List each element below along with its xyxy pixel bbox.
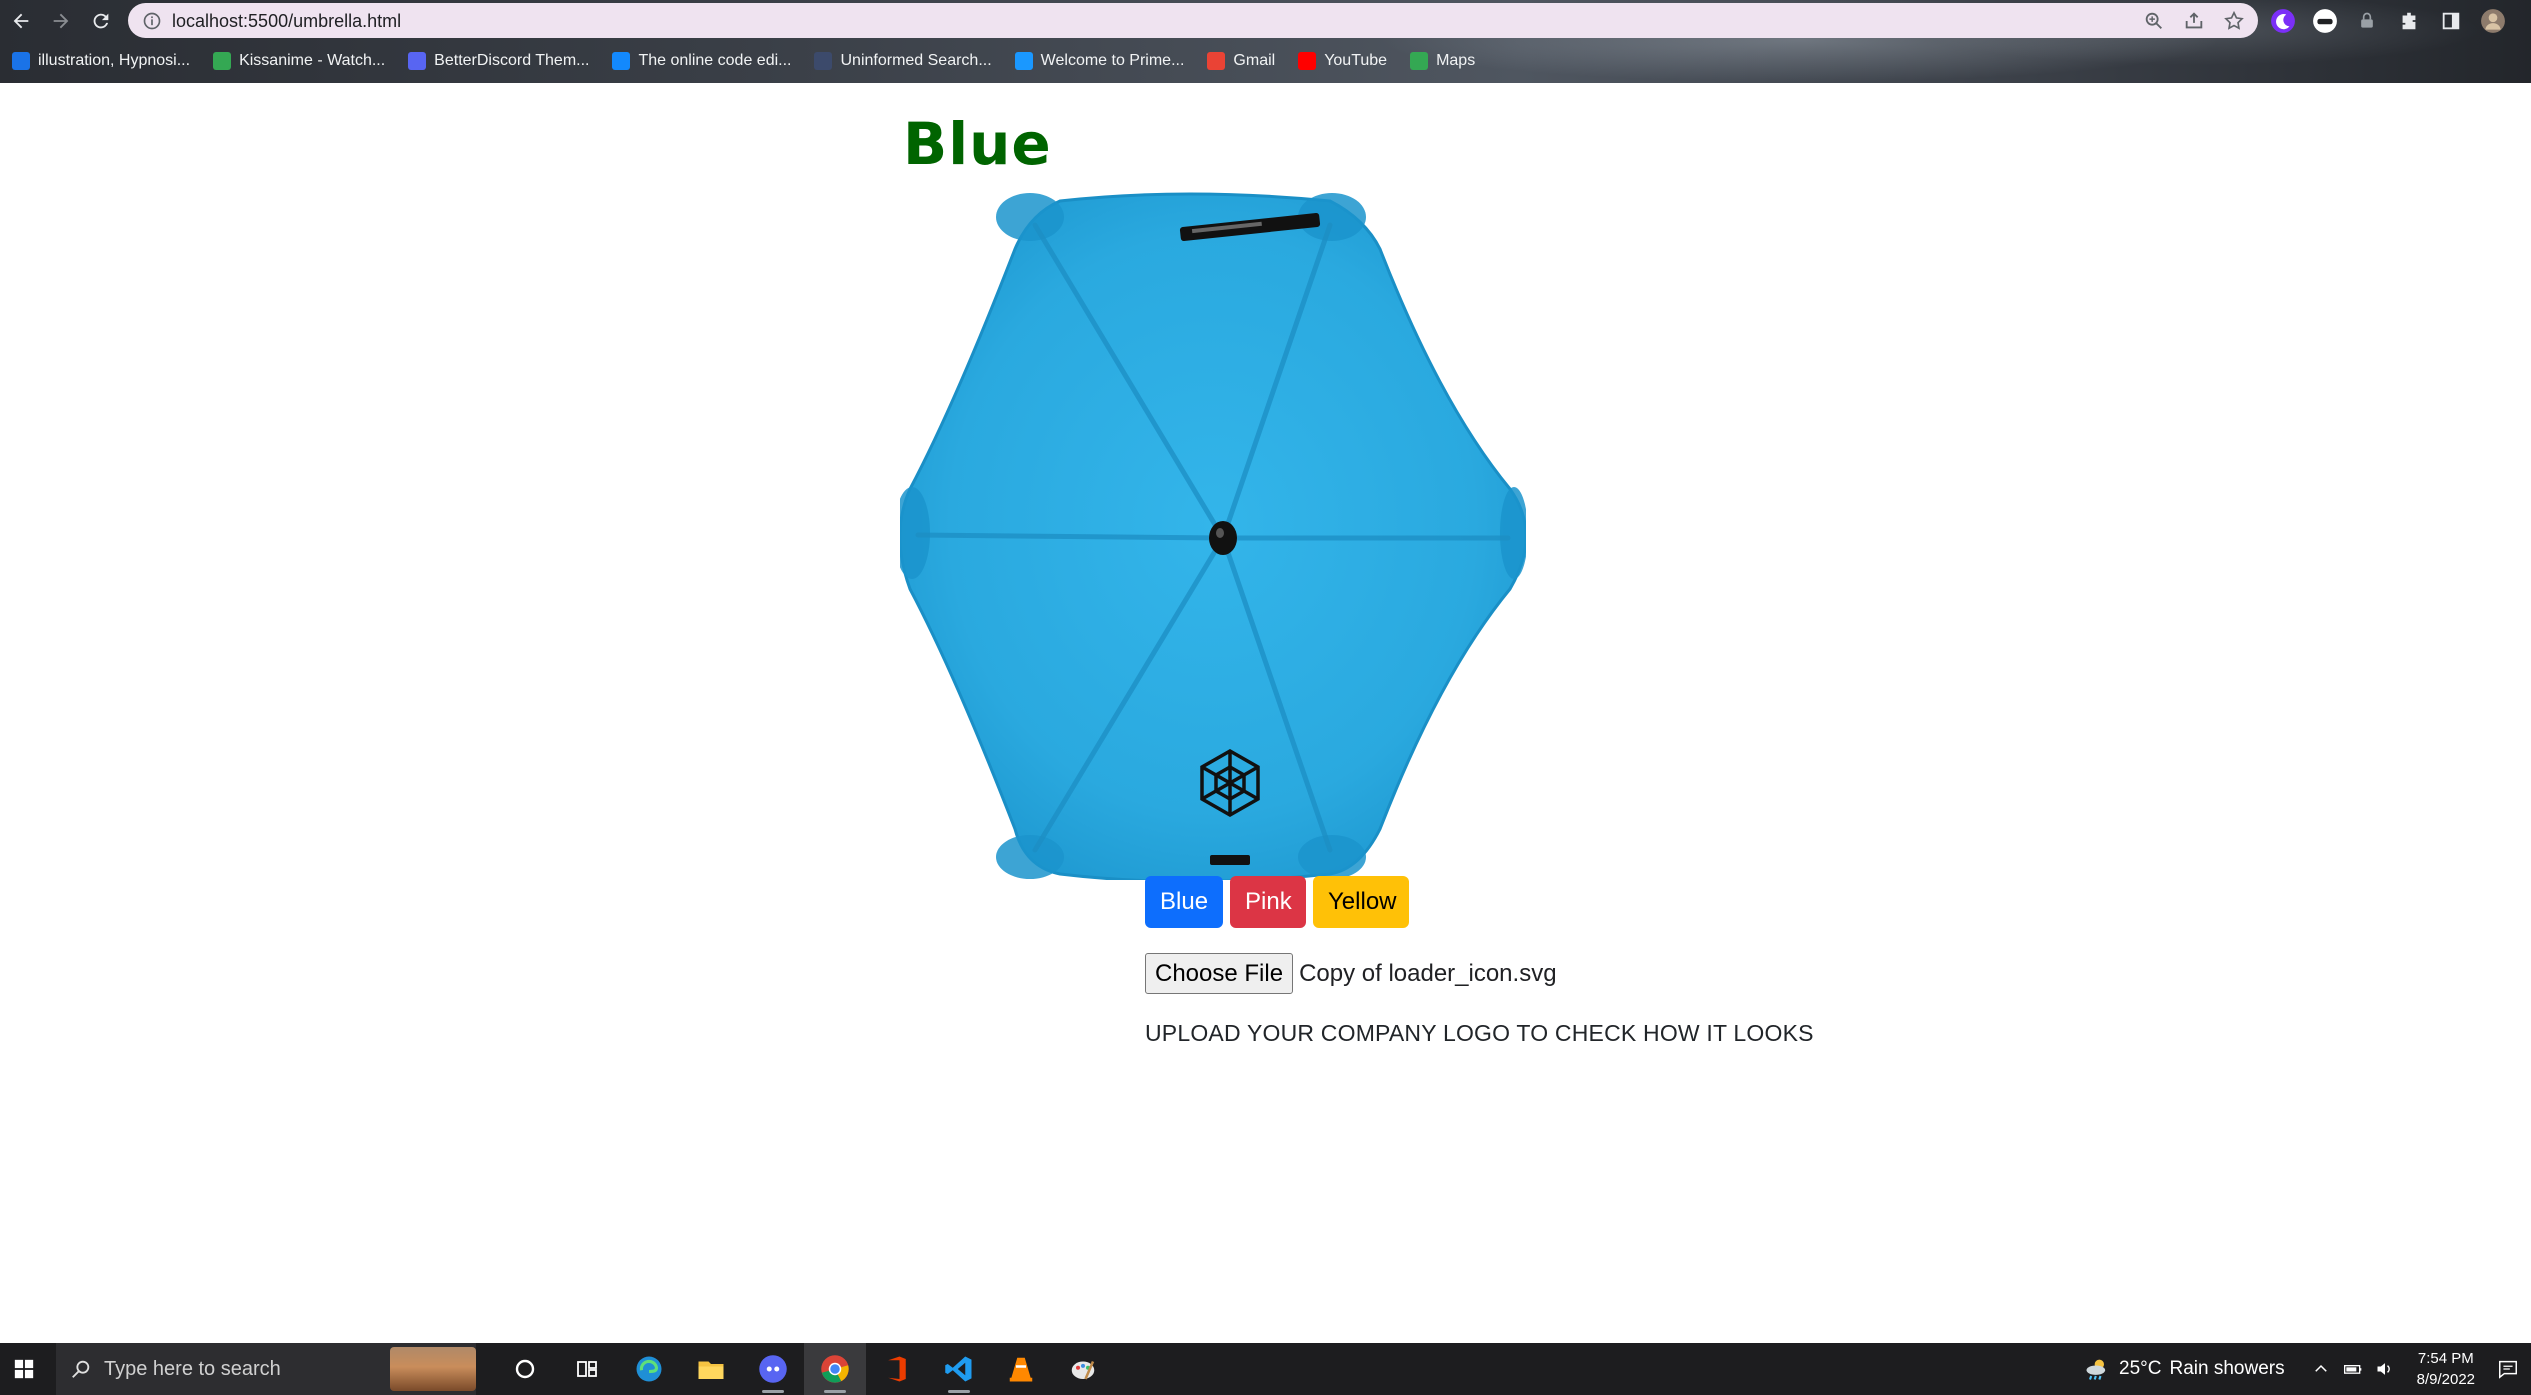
chrome-icon[interactable] [804, 1343, 866, 1395]
search-placeholder: Type here to search [104, 1357, 281, 1380]
color-button-group: Blue Pink Yellow [1145, 876, 1409, 928]
task-view-icon[interactable] [556, 1343, 618, 1395]
address-bar[interactable]: localhost:5500/umbrella.html [128, 3, 2258, 38]
dark-mode-extension-icon[interactable] [2268, 6, 2298, 36]
bookmark-label: Uninformed Search... [840, 52, 992, 69]
search-icon [72, 1360, 90, 1378]
youtube-icon [1298, 52, 1317, 70]
bookmark-item[interactable]: Kissanime - Watch... [201, 46, 396, 76]
browser-chrome: localhost:5500/umbrella.html illustratio… [0, 0, 2531, 83]
windows-logo-icon [14, 1359, 34, 1379]
share-icon[interactable] [2182, 9, 2206, 33]
info-icon[interactable] [142, 11, 162, 31]
bookmarks-bar: illustration, Hypnosi... Kissanime - Watc… [0, 46, 1486, 76]
upload-instruction-text: UPLOAD YOUR COMPANY LOGO TO CHECK HOW IT… [1145, 1020, 1814, 1046]
battery-icon[interactable] [2343, 1359, 2363, 1379]
lock-extension-icon[interactable] [2352, 6, 2382, 36]
windows-taskbar: Type here to search 25°C Rain showers 7:… [0, 1343, 2531, 1395]
selected-file-name: Copy of loader_icon.svg [1299, 959, 1557, 987]
clock-date: 8/9/2022 [2416, 1371, 2475, 1388]
zoom-icon[interactable] [2142, 9, 2166, 33]
vscode-icon[interactable] [928, 1343, 990, 1395]
choose-file-button[interactable]: Choose File [1145, 953, 1294, 994]
file-upload-input: Choose File Copy of loader_icon.svg [1145, 953, 1557, 994]
start-button[interactable] [0, 1343, 48, 1395]
bolt-icon [612, 52, 631, 70]
maps-icon [1410, 52, 1429, 70]
clock[interactable]: 7:54 PM 8/9/2022 [2417, 1348, 2475, 1390]
system-tray: 25°C Rain showers 7:54 PM 8/9/2022 [2083, 1343, 2531, 1395]
incognito-extension-icon[interactable] [2310, 6, 2340, 36]
cortana-icon[interactable] [494, 1343, 556, 1395]
forward-button[interactable] [46, 6, 76, 36]
extensions-row [2268, 6, 2531, 36]
bookmark-label: Gmail [1233, 52, 1276, 69]
page-title: Blue [903, 110, 1052, 178]
gmail-icon [1207, 52, 1226, 70]
tv-icon [213, 52, 232, 70]
url-text[interactable]: localhost:5500/umbrella.html [172, 11, 401, 32]
paint-icon[interactable] [1052, 1343, 1114, 1395]
bookmark-label: illustration, Hypnosi... [38, 52, 191, 69]
weather-description: Rain showers [2169, 1358, 2285, 1379]
back-button[interactable] [6, 6, 36, 36]
taskbar-search[interactable]: Type here to search [56, 1343, 476, 1395]
prime-video-icon [1014, 52, 1033, 70]
weather-temperature: 25°C [2119, 1358, 2162, 1379]
bookmark-label: YouTube [1324, 52, 1388, 69]
bookmark-label: BetterDiscord Them... [434, 52, 590, 69]
bookmark-label: The online code edi... [638, 52, 792, 69]
betterdiscord-icon [408, 52, 427, 70]
bookmark-item[interactable]: BetterDiscord Them... [396, 46, 600, 76]
clock-time: 7:54 PM [2417, 1350, 2474, 1367]
bookmark-label: Kissanime - Watch... [239, 52, 386, 69]
arrow-left-icon [13, 13, 29, 29]
bookmark-item[interactable]: YouTube [1286, 46, 1398, 76]
menu-kebab-icon[interactable] [2520, 6, 2531, 36]
extensions-puzzle-icon[interactable] [2394, 6, 2424, 36]
reload-button[interactable] [86, 6, 116, 36]
reload-icon [93, 13, 109, 29]
rain-cloud-icon [2086, 1359, 2106, 1380]
deviantart-icon [12, 52, 30, 70]
bookmark-label: Welcome to Prime... [1040, 52, 1185, 69]
umbrella-image [900, 192, 1526, 880]
discord-icon[interactable] [742, 1343, 804, 1395]
yellow-button[interactable]: Yellow [1313, 876, 1409, 928]
bookmark-item[interactable]: illustration, Hypnosi... [0, 46, 201, 76]
edge-icon[interactable] [618, 1343, 680, 1395]
notification-center-icon[interactable] [2493, 1354, 2523, 1384]
taskbar-apps [494, 1343, 1114, 1395]
bookmark-item[interactable]: Uninformed Search... [802, 46, 1002, 76]
blue-button[interactable]: Blue [1145, 876, 1223, 928]
arrow-right-icon [53, 13, 69, 29]
volume-icon[interactable] [2375, 1359, 2395, 1379]
bookmark-item[interactable]: The online code edi... [600, 46, 802, 76]
chevron-up-icon[interactable] [2311, 1359, 2331, 1379]
bookmark-label: Maps [1436, 52, 1476, 69]
bookmark-item[interactable]: Maps [1398, 46, 1486, 76]
bookmark-item[interactable]: Welcome to Prime... [1003, 46, 1196, 76]
vlc-icon[interactable] [990, 1343, 1052, 1395]
search-highlight-image[interactable] [390, 1347, 476, 1391]
weather-widget[interactable]: 25°C Rain showers [2083, 1355, 2285, 1383]
bookmark-star-icon[interactable] [2222, 9, 2246, 33]
gfg-icon [814, 52, 833, 70]
bookmark-item[interactable]: Gmail [1195, 46, 1286, 76]
office-icon[interactable] [866, 1343, 928, 1395]
pink-button[interactable]: Pink [1230, 876, 1306, 928]
side-panel-icon[interactable] [2436, 6, 2466, 36]
profile-avatar-icon[interactable] [2478, 6, 2508, 36]
file-explorer-icon[interactable] [680, 1343, 742, 1395]
